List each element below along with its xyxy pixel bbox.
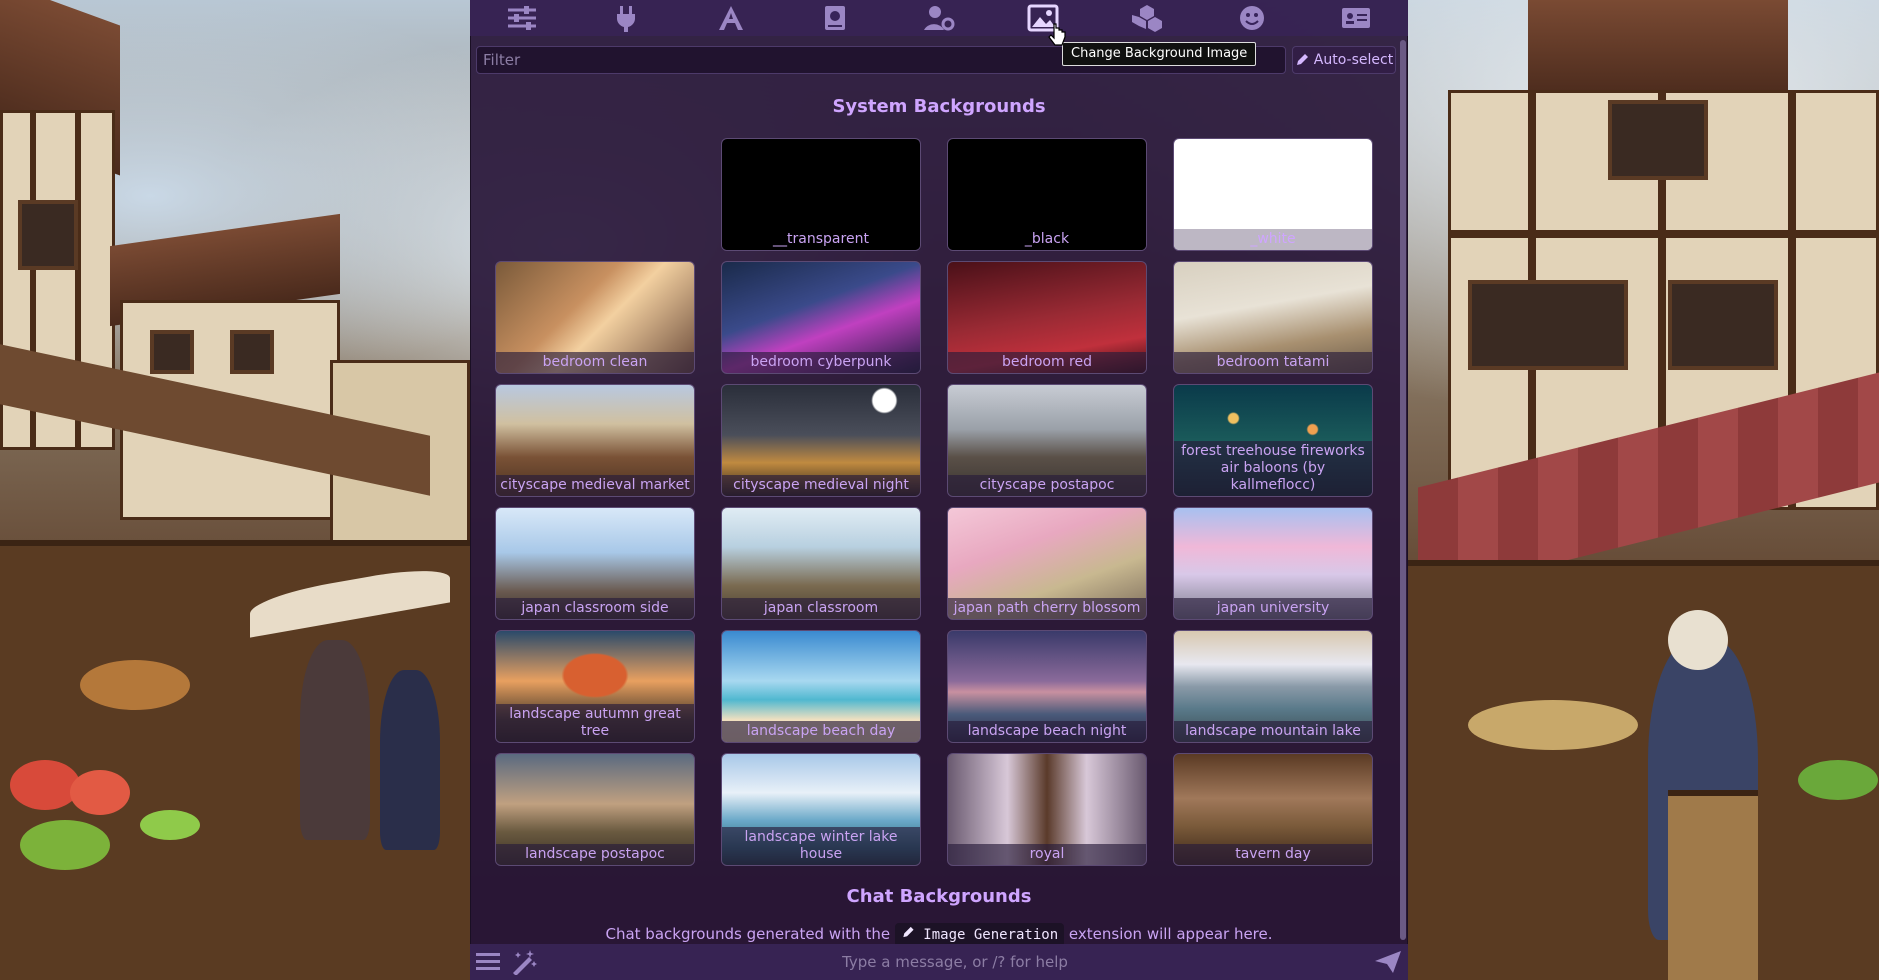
bg-tile-japan-university[interactable]: japan university: [1173, 507, 1373, 620]
filter-row: Auto-select: [476, 46, 1396, 74]
bg-tile-landscape-autumn-great-tree[interactable]: landscape autumn great tree: [495, 630, 695, 743]
tooltip: Change Background Image: [1062, 42, 1257, 66]
bg-tile-label: landscape beach night: [948, 721, 1146, 742]
bg-tile-royal[interactable]: royal: [947, 753, 1147, 866]
bg-tile-bedroom-cyberpunk[interactable]: bedroom cyberpunk: [721, 261, 921, 374]
message-input[interactable]: [542, 947, 1368, 977]
bg-tile-landscape-mountain-lake[interactable]: landscape mountain lake: [1173, 630, 1373, 743]
bg-tile-japan-classroom-side[interactable]: japan classroom side: [495, 507, 695, 620]
bg-tile-label: bedroom cyberpunk: [722, 352, 920, 373]
bg-tile-label: landscape beach day: [722, 721, 920, 742]
paintbrush-icon: [903, 926, 914, 938]
bg-tile-landscape-beach-day[interactable]: landscape beach day: [721, 630, 921, 743]
bg-tile-cityscape-medieval-night[interactable]: cityscape medieval night: [721, 384, 921, 497]
bg-tile-label: landscape mountain lake: [1174, 721, 1372, 742]
font-icon[interactable]: [711, 0, 751, 36]
bg-tile-label: cityscape medieval night: [722, 475, 920, 496]
system-backgrounds-heading: System Backgrounds: [832, 96, 1046, 117]
book-icon[interactable]: [815, 0, 855, 36]
send-icon[interactable]: [1368, 944, 1408, 980]
bg-tile-label: royal: [948, 844, 1146, 865]
bg-tile-label: japan classroom: [722, 598, 920, 619]
bg-tile-label: forest treehouse fireworks air baloons (…: [1174, 441, 1372, 496]
bg-tile-bedroom-tatami[interactable]: bedroom tatami: [1173, 261, 1373, 374]
smile-icon[interactable]: [1232, 0, 1272, 36]
top-toolbar: [470, 0, 1408, 36]
bg-tile-landscape-winter-lake-house[interactable]: landscape winter lake house: [721, 753, 921, 866]
bg-tile-label: bedroom clean: [496, 352, 694, 373]
bottom-bar: [470, 944, 1408, 980]
id-card-icon[interactable]: [1336, 0, 1376, 36]
chat-desc-after: extension will appear here.: [1068, 925, 1273, 943]
bg-tile-japan-path-cherry-blossom[interactable]: japan path cherry blossom: [947, 507, 1147, 620]
bg-tile-label: cityscape medieval market: [496, 475, 694, 496]
grid-spacer: [495, 138, 695, 251]
bg-tile-forest-treehouse[interactable]: forest treehouse fireworks air baloons (…: [1173, 384, 1373, 497]
bg-tile-landscape-postapoc[interactable]: landscape postapoc: [495, 753, 695, 866]
bg-tile-black[interactable]: _black: [947, 138, 1147, 251]
bg-tile-tavern-day[interactable]: tavern day: [1173, 753, 1373, 866]
menu-icon[interactable]: [470, 944, 506, 980]
bg-tile-label: landscape postapoc: [496, 844, 694, 865]
plug-icon[interactable]: [606, 0, 646, 36]
pencil-icon: [1296, 54, 1308, 65]
bg-tile-label: landscape autumn great tree: [496, 704, 694, 742]
bg-tile-bedroom-clean[interactable]: bedroom clean: [495, 261, 695, 374]
bg-tile-cityscape-medieval-market[interactable]: cityscape medieval market: [495, 384, 695, 497]
chat-backgrounds-heading: Chat Backgrounds: [846, 886, 1032, 907]
bg-tile-label: japan path cherry blossom: [948, 598, 1146, 619]
bg-tile-label: bedroom red: [948, 352, 1146, 373]
backgrounds-grid: __transparent _black _white bedroom clea…: [495, 138, 1375, 866]
scrollbar[interactable]: [1400, 40, 1406, 940]
image-generation-label: Image Generation: [923, 927, 1059, 943]
bg-tile-label: tavern day: [1174, 844, 1372, 865]
auto-select-button[interactable]: Auto-select: [1292, 46, 1396, 74]
bg-tile-label: _white: [1174, 229, 1372, 250]
bg-tile-label: bedroom tatami: [1174, 352, 1372, 373]
bg-tile-japan-classroom[interactable]: japan classroom: [721, 507, 921, 620]
bg-tile-label: _black: [948, 229, 1146, 250]
bg-tile-white[interactable]: _white: [1173, 138, 1373, 251]
bg-tile-transparent[interactable]: __transparent: [721, 138, 921, 251]
bg-tile-label: cityscape postapoc: [948, 475, 1146, 496]
bg-tile-bedroom-red[interactable]: bedroom red: [947, 261, 1147, 374]
bg-tile-label: landscape winter lake house: [722, 827, 920, 865]
chat-desc-before: Chat backgrounds generated with the: [605, 925, 891, 943]
user-gear-icon[interactable]: [919, 0, 959, 36]
bg-tile-label: japan university: [1174, 598, 1372, 619]
background-scene-right: [1408, 0, 1879, 980]
bg-tile-landscape-beach-night[interactable]: landscape beach night: [947, 630, 1147, 743]
background-scene-left: [0, 0, 470, 980]
cursor-icon: [1048, 23, 1066, 46]
auto-select-label: Auto-select: [1313, 52, 1394, 68]
sliders-icon[interactable]: [502, 0, 542, 36]
magic-wand-icon[interactable]: [506, 944, 542, 980]
bg-tile-label: japan classroom side: [496, 598, 694, 619]
bg-tile-cityscape-postapoc[interactable]: cityscape postapoc: [947, 384, 1147, 497]
cubes-icon[interactable]: [1127, 0, 1167, 36]
bg-tile-label: __transparent: [722, 229, 920, 250]
